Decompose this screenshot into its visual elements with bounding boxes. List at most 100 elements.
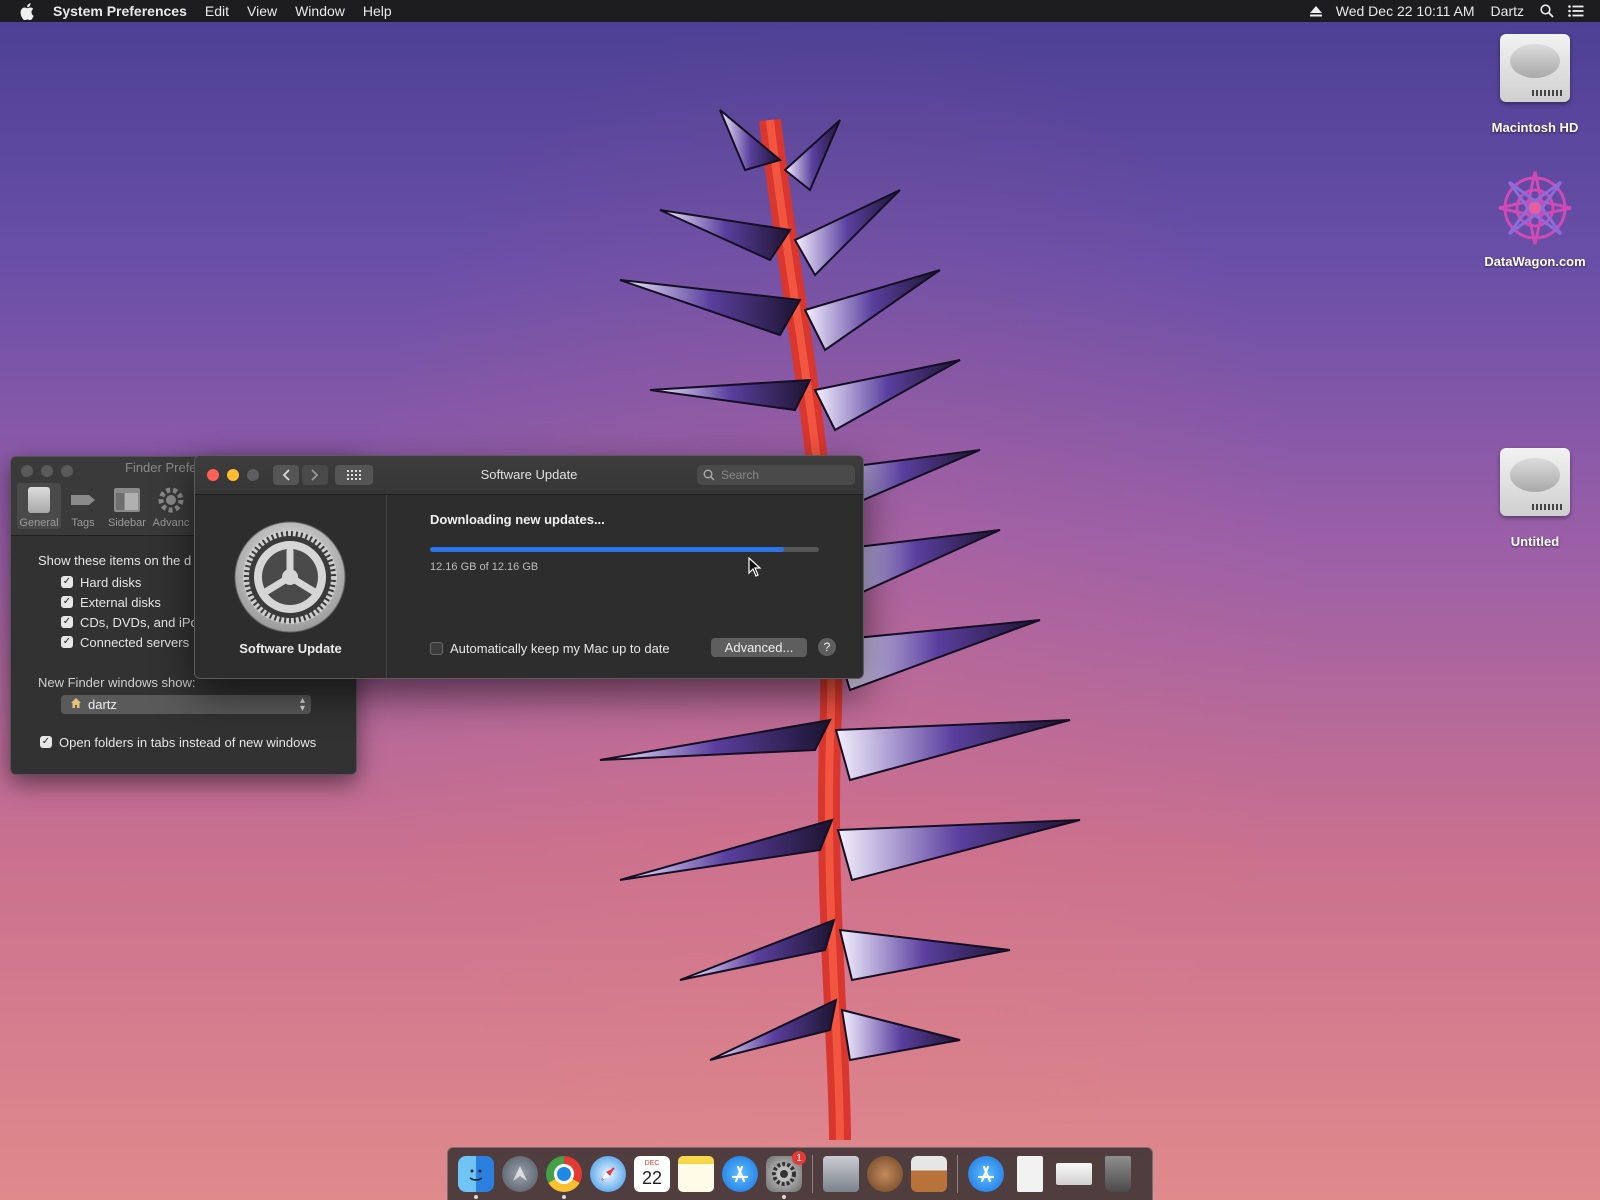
option-label: Automatically keep my Mac up to date	[450, 641, 670, 656]
running-indicator	[474, 1195, 478, 1199]
home-folder-icon	[70, 697, 82, 712]
checkbox-checked[interactable]: ✓	[61, 596, 73, 608]
window-controls	[21, 465, 73, 477]
menu-edit[interactable]: Edit	[205, 3, 229, 19]
finder-icon	[458, 1156, 494, 1192]
minimize-button[interactable]	[41, 465, 53, 477]
zoom-button[interactable]	[61, 465, 73, 477]
checkbox-checked[interactable]: ✓	[61, 576, 73, 588]
sidebar-icon	[113, 487, 141, 513]
popup-value: dartz	[88, 697, 117, 712]
dock-item-launchpad[interactable]	[500, 1154, 540, 1194]
new-windows-popup[interactable]: dartz ▴ ▾	[61, 695, 311, 714]
desktop-item-label: DataWagon.com	[1484, 254, 1586, 269]
software-update-sidebar: Software Update	[195, 495, 387, 678]
dock-item-system-preferences[interactable]: 1	[764, 1151, 806, 1199]
option-label: Hard disks	[80, 574, 142, 590]
advanced-button[interactable]: Advanced...	[711, 638, 807, 657]
checkbox-checked[interactable]: ✓	[61, 616, 73, 628]
open-in-tabs-option[interactable]: ✓ Open folders in tabs instead of new wi…	[40, 732, 356, 752]
dock-item-app-store[interactable]	[720, 1154, 760, 1194]
notification-badge: 1	[792, 1151, 806, 1165]
running-indicator	[782, 1195, 786, 1199]
chrome-icon	[546, 1156, 582, 1192]
option-label: CDs, DVDs, and iPo	[80, 614, 198, 630]
desktop-item-untitled[interactable]: Untitled	[1475, 444, 1595, 549]
menu-view[interactable]: View	[247, 3, 277, 19]
gear-icon	[157, 487, 185, 513]
general-switch-icon	[28, 487, 50, 513]
apple-icon[interactable]	[18, 0, 36, 22]
search-icon	[703, 469, 715, 481]
tab-tags[interactable]: Tags	[61, 483, 105, 529]
tab-general[interactable]: General	[17, 483, 61, 529]
menu-bar: System Preferences Edit View Window Help…	[0, 0, 1600, 22]
tab-sidebar[interactable]: Sidebar	[105, 483, 149, 529]
menubar-clock[interactable]: Wed Dec 22 10:11 AM	[1336, 3, 1475, 19]
desktop-item-datawagon[interactable]: DataWagon.com	[1475, 168, 1595, 269]
calendar-icon: DEC 22	[634, 1156, 670, 1192]
notification-center-icon[interactable]	[1568, 5, 1584, 17]
desktop-item-label: Untitled	[1510, 534, 1560, 549]
checkbox-checked[interactable]: ✓	[40, 736, 52, 748]
software-update-titlebar: Software Update Search	[195, 456, 863, 495]
checkbox-unchecked[interactable]	[430, 642, 443, 655]
progress-fill	[430, 547, 784, 552]
safari-icon	[590, 1156, 626, 1192]
dock-item-utility[interactable]	[865, 1154, 905, 1194]
app-store-folder-icon	[968, 1156, 1004, 1192]
downloads-stack-icon	[1056, 1163, 1092, 1185]
tab-label: Advanc	[152, 517, 190, 529]
notes-icon	[678, 1156, 714, 1192]
tag-icon	[69, 487, 97, 513]
dock-item-finder[interactable]	[456, 1154, 496, 1199]
option-label: External disks	[80, 594, 161, 610]
tab-label: Sidebar	[108, 517, 146, 529]
dock-item-migration-assistant[interactable]	[821, 1154, 861, 1194]
option-label: Connected servers	[80, 634, 190, 650]
dock-item-document[interactable]	[1010, 1154, 1050, 1194]
dock-item-calendar[interactable]: DEC 22	[632, 1154, 672, 1194]
dock-item-notes[interactable]	[676, 1154, 716, 1194]
calendar-month: DEC	[644, 1160, 660, 1167]
eject-icon[interactable]	[1309, 5, 1322, 17]
menu-help[interactable]: Help	[363, 3, 392, 19]
dock-item-installer[interactable]	[909, 1154, 949, 1194]
checkbox-checked[interactable]: ✓	[61, 636, 73, 648]
search-placeholder: Search	[721, 468, 760, 482]
dock-item-chrome[interactable]	[544, 1154, 584, 1199]
help-button[interactable]: ?	[818, 638, 836, 656]
tab-label: General	[19, 517, 59, 529]
dock-item-app-store-folder[interactable]	[966, 1154, 1006, 1194]
dock-item-downloads[interactable]	[1054, 1154, 1094, 1194]
dock-item-safari[interactable]	[588, 1154, 628, 1194]
desktop-item-label: Macintosh HD	[1491, 120, 1579, 135]
dock-item-trash[interactable]	[1098, 1154, 1138, 1194]
hard-drive-icon	[1495, 448, 1575, 528]
software-update-gear-icon	[234, 521, 346, 633]
spotlight-search-icon[interactable]	[1540, 4, 1554, 18]
mouse-cursor-icon	[748, 557, 762, 577]
window-title: Finder Prefe	[125, 460, 197, 475]
migration-assistant-icon	[823, 1156, 859, 1192]
desktop-item-macintosh-hd[interactable]: Macintosh HD	[1475, 30, 1595, 135]
menubar-user[interactable]: Dartz	[1491, 3, 1524, 19]
search-field[interactable]: Search	[697, 465, 855, 485]
tab-advanced[interactable]: Advanc	[149, 483, 193, 529]
menu-app-name[interactable]: System Preferences	[53, 3, 187, 19]
auto-update-option[interactable]: Automatically keep my Mac up to date	[430, 641, 670, 656]
menu-window[interactable]: Window	[295, 3, 345, 19]
document-icon	[1017, 1156, 1043, 1192]
installer-icon	[911, 1156, 947, 1192]
dock-separator	[957, 1155, 958, 1193]
download-size: 12.16 GB of 12.16 GB	[430, 561, 539, 573]
calendar-day: 22	[641, 1168, 663, 1188]
tab-label: Tags	[71, 517, 95, 529]
trash-icon	[1105, 1156, 1131, 1192]
close-button[interactable]	[21, 465, 33, 477]
software-update-content: Downloading new updates... 12.16 GB of 1…	[430, 495, 850, 678]
software-update-window: Software Update Search Software Update D…	[194, 455, 864, 679]
app-store-icon	[722, 1156, 758, 1192]
pane-label: Software Update	[239, 641, 342, 656]
download-status: Downloading new updates...	[430, 512, 605, 527]
